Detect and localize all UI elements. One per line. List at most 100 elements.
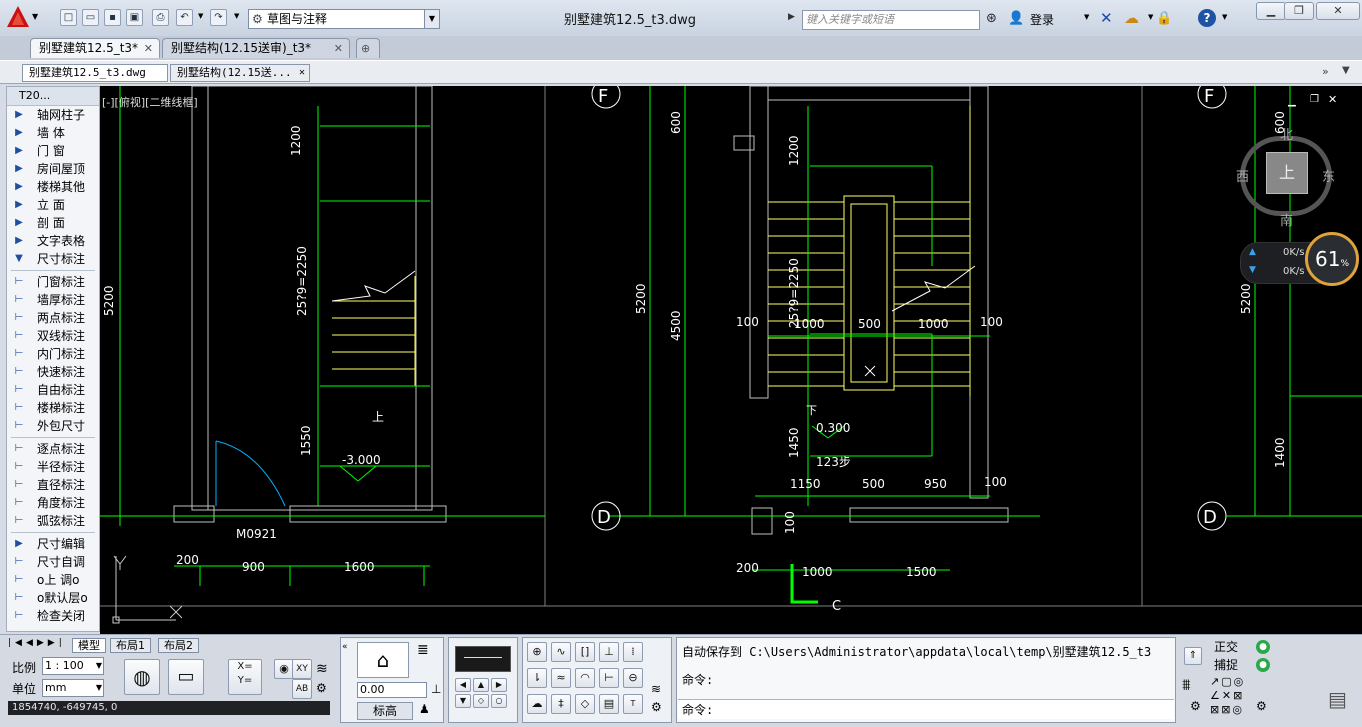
unit-dropdown[interactable]: mm ▼ xyxy=(42,679,104,697)
new-file-icon[interactable]: □ xyxy=(60,9,77,26)
stair-tool-icon[interactable]: ≣ xyxy=(417,642,437,678)
palette-item[interactable]: ⊢ 外包尺寸 xyxy=(7,417,99,435)
more-tabs-icon[interactable]: » xyxy=(1322,65,1329,78)
table-icon[interactable]: ▤ xyxy=(599,694,619,714)
gear-icon[interactable]: ⚙ xyxy=(651,700,662,714)
palette-item[interactable]: ▶ 门 窗 xyxy=(7,142,99,160)
undo-dropdown-icon[interactable]: ▼ xyxy=(198,12,203,20)
padlock-icon[interactable]: 🔒 xyxy=(1156,11,1172,26)
palette-item[interactable]: ⊢ 尺寸自调 xyxy=(7,553,99,571)
osnap-grid-icon[interactable]: ↗▢◎ ∠✕⊠ ⊠⊠◎ xyxy=(1210,675,1254,719)
palette-item[interactable]: ⊢ 楼梯标注 xyxy=(7,399,99,417)
file-tab-active[interactable]: 别墅建筑12.5_t3* ✕ xyxy=(30,38,160,58)
save-icon[interactable]: ▪ xyxy=(104,9,121,26)
plot-icon[interactable]: ⎙ xyxy=(152,9,169,26)
diamond-icon[interactable]: ◇ xyxy=(575,694,595,714)
small-tool-icon[interactable]: ▲ xyxy=(473,678,489,692)
cloud-icon[interactable]: ☁ xyxy=(527,694,547,714)
drawing-tab[interactable]: 别墅结构(12.15送... ✕ xyxy=(170,64,310,82)
palette-item[interactable]: ⊢ 角度标注 xyxy=(7,494,99,512)
palette-item[interactable]: ▶ 尺寸编辑 xyxy=(7,535,99,553)
palette-item[interactable]: ⊢ o上 调o xyxy=(7,571,99,589)
xy-text-icon[interactable]: XY xyxy=(292,659,312,679)
palette-item[interactable]: ▶ 剖 面 xyxy=(7,214,99,232)
text-tool-icon[interactable]: T xyxy=(623,694,643,714)
close-tab-icon[interactable]: ✕ xyxy=(144,39,153,58)
login-label[interactable]: 登录 xyxy=(1030,11,1054,28)
xy-swap-icon[interactable]: X= Y= xyxy=(228,659,262,695)
minimize-button[interactable]: ▁ xyxy=(1256,2,1286,20)
dim-style-preview[interactable] xyxy=(455,646,511,672)
redo-icon[interactable]: ↷ xyxy=(210,9,227,26)
layout-nav-arrows-icon[interactable]: |◀◀▶▶| xyxy=(8,638,68,653)
viewcube-face[interactable]: 上 xyxy=(1266,152,1308,194)
small-tool-icon[interactable]: ◀ xyxy=(455,678,471,692)
small-tool-icon[interactable]: ◇ xyxy=(473,694,489,708)
person-icon[interactable]: ♟ xyxy=(419,702,430,716)
door-tool-icon[interactable]: ⌂ xyxy=(357,642,409,678)
palette-item[interactable]: ⊢ 门窗标注 xyxy=(7,273,99,291)
tool-stack-icon[interactable]: ≋ xyxy=(651,682,661,696)
bracket-icon[interactable]: [] xyxy=(575,642,595,662)
palette-item[interactable]: ⊢ 弧弦标注 xyxy=(7,512,99,530)
small-tool-icon[interactable]: ▶ xyxy=(491,678,507,692)
palette-item[interactable]: ▶ 墙 体 xyxy=(7,124,99,142)
toggle-on-icon[interactable]: ● xyxy=(1256,658,1270,672)
dim-cross-icon[interactable]: ‡ xyxy=(551,694,571,714)
grid-dots-icon[interactable]: ⁞ xyxy=(623,642,643,662)
command-input[interactable] xyxy=(678,699,1174,719)
viewport-restore-icon[interactable]: ❐ xyxy=(1310,94,1319,105)
gear-icon[interactable]: ⚙ xyxy=(1256,699,1267,713)
restore-button[interactable]: ❐ xyxy=(1284,2,1314,20)
clean-screen-icon[interactable]: ▤ xyxy=(1328,687,1347,711)
elevation-pin-icon[interactable]: ⊥ xyxy=(431,682,441,696)
palette-item[interactable]: ⊢ 内门标注 xyxy=(7,345,99,363)
palette-item[interactable]: ▶ 楼梯其他 xyxy=(7,178,99,196)
qat-dropdown-icon[interactable]: ▼ xyxy=(234,12,239,20)
exchange-x-icon[interactable]: ✕ xyxy=(1100,9,1113,27)
drawing-tab-active[interactable]: 别墅建筑12.5_t3.dwg xyxy=(22,64,168,82)
color-globe-icon[interactable]: ◉ xyxy=(274,659,294,679)
globe-icon[interactable]: ◍ xyxy=(124,659,160,695)
break-line-icon[interactable]: ∿ xyxy=(551,642,571,662)
elevation-button[interactable]: 标高 xyxy=(357,702,413,720)
palette-item[interactable]: ▶ 立 面 xyxy=(7,196,99,214)
palette-item[interactable]: ▶ 轴网柱子 xyxy=(7,106,99,124)
tool-stack-icon[interactable]: ≋ xyxy=(316,661,328,677)
tab-layout2[interactable]: 布局2 xyxy=(158,638,199,653)
palette-item[interactable]: ⊢ 检查关闭 xyxy=(7,607,99,625)
save-as-icon[interactable]: ▣ xyxy=(126,9,143,26)
small-tool-icon[interactable]: ○ xyxy=(491,694,507,708)
autodesk-360-icon[interactable]: ☁ xyxy=(1124,9,1139,27)
small-tool-icon[interactable]: ▼ xyxy=(455,694,471,708)
panel-collapse-icon[interactable]: « xyxy=(342,642,348,652)
elevation-mark-icon[interactable]: ⊥ xyxy=(599,642,619,662)
connect-dropdown-icon[interactable]: ▼ xyxy=(1148,13,1153,21)
palette-item[interactable]: ▶ 文字表格 xyxy=(7,232,99,250)
ab-text-icon[interactable]: AB xyxy=(292,679,312,699)
toggle-on-icon[interactable]: ● xyxy=(1256,640,1270,654)
tab-model[interactable]: 模型 xyxy=(72,638,106,653)
palette-item[interactable]: ⊢ 直径标注 xyxy=(7,476,99,494)
tab-layout1[interactable]: 布局1 xyxy=(110,638,151,653)
palette-item[interactable]: ▼ 尺寸标注 xyxy=(7,250,99,268)
gear-icon[interactable]: ⚙ xyxy=(316,681,327,695)
coordinates-readout[interactable]: 1854740, -649745, 0 xyxy=(8,701,330,715)
help-icon[interactable]: ? xyxy=(1198,9,1216,27)
viewport-label[interactable]: [-][俯视][二维线框] xyxy=(102,94,198,110)
help-dropdown-icon[interactable]: ▼ xyxy=(1222,13,1227,21)
elevation-input[interactable]: 0.00 xyxy=(357,682,427,698)
gear-icon[interactable]: ⚙ xyxy=(1190,699,1201,713)
index-circle-icon[interactable]: ⊖ xyxy=(623,668,643,688)
search-expand-icon[interactable]: ▶ xyxy=(788,12,795,22)
tab-menu-icon[interactable]: ▼ xyxy=(1342,65,1350,76)
workspace-dropdown[interactable]: ⚙ 草图与注释 ▼ xyxy=(248,9,440,29)
compass-icon[interactable]: ⊕ xyxy=(527,642,547,662)
palette-title[interactable]: T20... xyxy=(7,87,99,106)
user-icon[interactable]: 👤 xyxy=(1008,11,1024,26)
palette-item[interactable]: ⊢ 半径标注 xyxy=(7,458,99,476)
arc-icon[interactable]: ◠ xyxy=(575,668,595,688)
binoculars-icon[interactable]: ⊛ xyxy=(986,11,997,26)
palette-item[interactable]: ⊢ 快速标注 xyxy=(7,363,99,381)
undo-icon[interactable]: ↶ xyxy=(176,9,193,26)
